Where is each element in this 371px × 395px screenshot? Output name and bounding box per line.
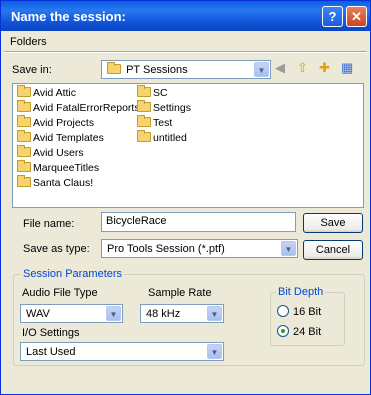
folder-icon <box>17 160 31 172</box>
list-item[interactable]: SC <box>137 85 168 99</box>
close-button[interactable]: ✕ <box>346 6 367 27</box>
file-name-value: BicycleRace <box>106 215 167 227</box>
folder-icon <box>17 130 31 142</box>
help-button[interactable]: ? <box>322 6 343 27</box>
list-item[interactable]: Avid Users <box>17 145 84 159</box>
save-button[interactable]: Save <box>303 213 363 233</box>
list-item[interactable]: Avid Projects <box>17 115 94 129</box>
separator <box>4 51 367 53</box>
save-as-type-dropdown[interactable]: Pro Tools Session (*.ptf) ▼ <box>101 239 298 258</box>
save-in-value: PT Sessions <box>126 64 188 76</box>
io-settings-value: Last Used <box>26 346 76 358</box>
back-icon[interactable]: ◀ <box>275 60 285 76</box>
file-name-input[interactable]: BicycleRace <box>101 212 296 232</box>
io-settings-dropdown[interactable]: Last Used ▼ <box>20 342 224 361</box>
chevron-down-icon[interactable]: ▼ <box>281 241 296 256</box>
radio-circle <box>277 305 289 317</box>
title-bar[interactable]: Name the session: ? ✕ <box>1 1 370 31</box>
radio-16-bit[interactable]: 16 Bit <box>277 305 321 318</box>
list-item[interactable]: untitled <box>137 130 187 144</box>
file-list[interactable]: Avid Attic Avid FatalErrorReports Avid P… <box>12 83 364 208</box>
folder-icon <box>17 85 31 97</box>
cancel-button[interactable]: Cancel <box>303 240 363 260</box>
new-folder-icon[interactable]: ✚ <box>319 60 330 76</box>
io-settings-label: I/O Settings <box>22 327 80 339</box>
chevron-down-icon[interactable]: ▼ <box>207 306 222 321</box>
folder-icon <box>17 100 31 112</box>
audio-file-type-label: Audio File Type <box>22 287 98 299</box>
folder-icon <box>17 175 31 187</box>
list-item[interactable]: Avid FatalErrorReports <box>17 100 140 114</box>
chevron-down-icon[interactable]: ▼ <box>254 62 269 77</box>
folder-icon <box>17 145 31 157</box>
folder-icon <box>137 130 151 142</box>
folder-icon <box>137 100 151 112</box>
chevron-down-icon[interactable]: ▼ <box>207 344 222 359</box>
help-icon: ? <box>328 9 337 24</box>
radio-24-bit[interactable]: 24 Bit <box>277 325 321 338</box>
radio-circle-selected <box>277 325 289 337</box>
audio-file-type-value: WAV <box>26 308 50 320</box>
list-item[interactable]: Settings <box>137 100 191 114</box>
folder-icon <box>107 62 121 74</box>
save-session-dialog: Name the session: ? ✕ Folders Save in: P… <box>0 0 371 395</box>
sample-rate-dropdown[interactable]: 48 kHz ▼ <box>140 304 224 323</box>
folder-icon <box>137 115 151 127</box>
folders-label: Folders <box>10 36 47 48</box>
sample-rate-label: Sample Rate <box>148 287 212 299</box>
list-item[interactable]: Test <box>137 115 172 129</box>
close-icon: ✕ <box>351 9 362 24</box>
list-item[interactable]: Avid Templates <box>17 130 104 144</box>
audio-file-type-dropdown[interactable]: WAV ▼ <box>20 304 123 323</box>
dialog-title: Name the session: <box>11 9 126 24</box>
list-item[interactable]: Avid Attic <box>17 85 76 99</box>
list-item[interactable]: MarqueeTitles <box>17 160 99 174</box>
save-as-type-label: Save as type: <box>23 243 90 255</box>
up-folder-icon[interactable]: ⇧ <box>297 60 308 76</box>
file-name-label: File name: <box>23 218 75 230</box>
save-as-type-value: Pro Tools Session (*.ptf) <box>107 243 225 255</box>
view-menu-icon[interactable]: ▦ <box>341 60 353 76</box>
save-in-dropdown[interactable]: PT Sessions ▼ <box>101 60 271 79</box>
chevron-down-icon[interactable]: ▼ <box>106 306 121 321</box>
sample-rate-value: 48 kHz <box>146 308 181 320</box>
folder-icon <box>17 115 31 127</box>
list-item[interactable]: Santa Claus! <box>17 175 93 189</box>
session-parameters-title: Session Parameters <box>21 268 125 280</box>
save-in-label: Save in: <box>12 64 52 76</box>
nav-toolbar: ◀ ⇧ ✚ ▦ <box>275 60 367 78</box>
bit-depth-title: Bit Depth <box>276 286 326 298</box>
folder-icon <box>137 85 151 97</box>
